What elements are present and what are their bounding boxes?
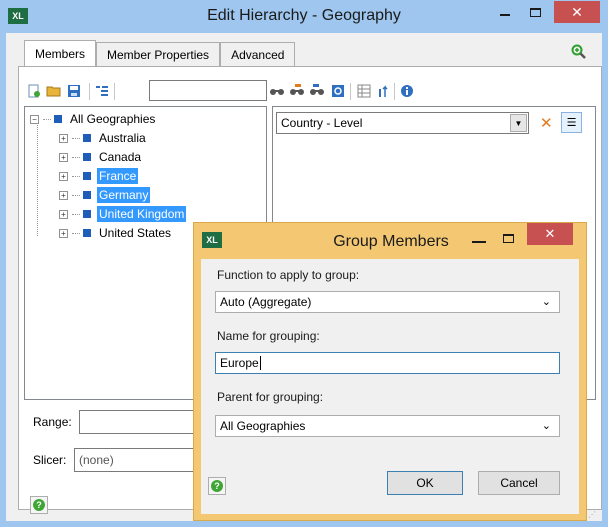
tree-connector-line [37,123,38,236]
tree-connector [72,137,80,139]
save-icon[interactable] [66,83,82,99]
tree-item-label: United Kingdom [97,206,187,222]
member-node-icon [54,115,62,123]
tree-item-label: France [97,168,139,184]
toolbar-separator [114,83,115,100]
tree-item-united-kingdom[interactable]: + United Kingdom [59,205,187,223]
tree-item-canada[interactable]: + Canada [59,148,143,166]
dialog-close-button[interactable]: ✕ [527,223,573,245]
tab-strip: Members Member Properties Advanced [24,40,296,66]
level-list-icon[interactable]: ☰ [561,112,582,133]
expand-icon[interactable]: + [59,190,68,200]
tree-connector [72,232,80,234]
parent-dropdown[interactable]: All Geographies ⌄ [215,415,560,437]
maximize-icon [529,7,541,17]
tree-connector [72,175,80,177]
tree-view-icon[interactable] [94,83,110,99]
tree-connector [43,118,51,120]
find-icon[interactable] [269,83,285,99]
slicer-label: Slicer: [33,453,67,467]
new-icon[interactable] [26,83,42,99]
member-node-icon [83,134,91,142]
text-caret [259,356,261,370]
tree-connector [72,194,80,196]
chevron-down-icon: ⌄ [541,296,551,308]
remove-level-icon[interactable]: ✕ [540,114,553,132]
search-icon[interactable] [330,83,346,99]
title-bar[interactable]: XL Edit Hierarchy - Geography ✕ [0,0,608,33]
parent-dropdown-value: All Geographies [220,419,306,433]
ok-button[interactable]: OK [387,471,463,495]
function-label: Function to apply to group: [217,268,360,282]
level-dropdown-value: Country - Level [281,116,363,130]
parent-label: Parent for grouping: [217,390,324,404]
tree-connector [72,156,80,158]
expand-icon[interactable]: + [59,228,68,238]
zoom-in-icon[interactable] [571,44,587,60]
help-icon: ? [33,499,45,511]
tree-item-label: Canada [99,150,142,164]
maximize-button[interactable] [520,1,550,23]
toolbar-separator [394,83,395,100]
tree-root-row[interactable]: − All Geographies [30,110,157,128]
tab-members[interactable]: Members [24,40,97,66]
open-folder-icon[interactable] [46,83,62,99]
tree-item-united-states[interactable]: + United States [59,224,173,242]
expand-icon[interactable]: + [59,209,68,219]
minimize-button[interactable] [490,1,520,23]
info-icon[interactable] [399,83,415,99]
member-search-input[interactable] [149,80,267,101]
range-label: Range: [33,415,72,429]
grid-icon[interactable] [356,83,372,99]
function-dropdown-value: Auto (Aggregate) [220,295,312,309]
dropdown-arrow-icon[interactable]: ▼ [510,114,527,132]
find-next-icon[interactable] [289,83,305,99]
tree-connector [72,213,80,215]
member-node-icon [83,153,91,161]
dialog-maximize-icon[interactable] [503,234,514,243]
expand-icon[interactable]: + [59,152,68,162]
tree-root-label: All Geographies [70,112,156,126]
expand-icon[interactable]: + [59,171,68,181]
minimize-icon [500,14,510,16]
member-node-icon [83,172,91,180]
chevron-down-icon: ⌄ [541,420,551,432]
group-members-dialog: XL Group Members ✕ Function to apply to … [193,222,587,521]
level-dropdown[interactable]: Country - Level ▼ [276,112,529,134]
member-node-icon [83,191,91,199]
function-dropdown[interactable]: Auto (Aggregate) ⌄ [215,291,560,313]
group-name-input[interactable]: Europe [215,352,560,374]
dialog-minimize-icon[interactable] [472,241,486,243]
tree-item-germany[interactable]: + Germany [59,186,151,204]
close-icon: ✕ [544,226,556,241]
member-node-icon [83,229,91,237]
help-icon: ? [211,480,223,492]
collapse-icon[interactable]: − [30,114,39,124]
help-button[interactable]: ? [30,496,48,514]
expand-icon[interactable]: + [59,133,68,143]
member-node-icon [83,210,91,218]
name-label: Name for grouping: [217,329,320,343]
dialog-help-button[interactable]: ? [208,477,226,495]
tree-item-label: Australia [99,131,146,145]
tree-item-label: Germany [97,187,151,203]
tab-advanced[interactable]: Advanced [220,42,296,66]
tree-item-australia[interactable]: + Australia [59,129,148,147]
close-icon: ✕ [571,3,583,20]
close-button[interactable]: ✕ [554,1,600,23]
cancel-button[interactable]: Cancel [478,471,560,495]
tree-item-france[interactable]: + France [59,167,139,185]
group-name-value: Europe [220,356,259,370]
tab-member-properties[interactable]: Member Properties [96,42,221,66]
resize-grip-icon[interactable]: ⋰ [588,510,596,519]
slicer-input[interactable]: (none) [74,448,199,472]
toolbar-separator [350,83,351,100]
range-input[interactable] [79,410,199,434]
sort-icon[interactable] [376,83,392,99]
toolbar-separator [89,83,90,100]
tree-item-label: United States [99,226,172,240]
find-previous-icon[interactable] [309,83,325,99]
